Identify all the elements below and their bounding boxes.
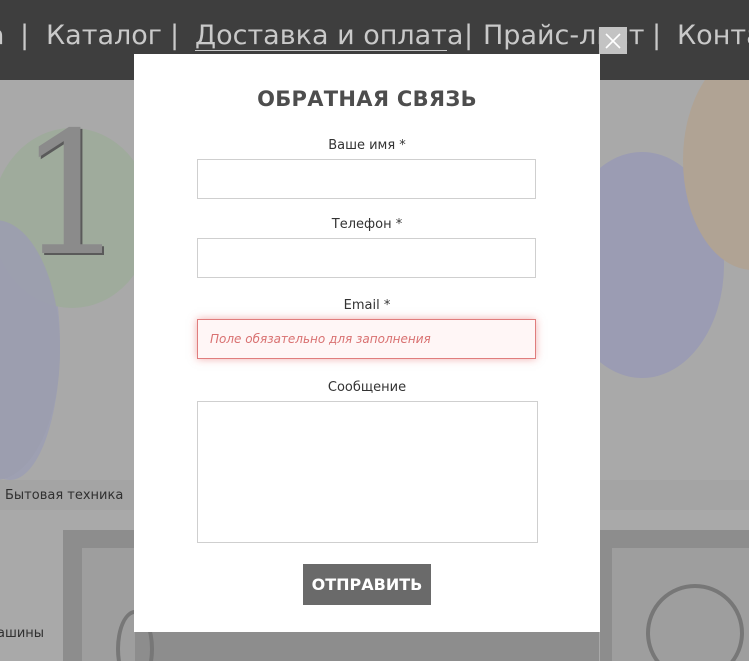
message-textarea[interactable] [197,401,538,543]
close-button[interactable] [599,27,627,54]
email-input[interactable] [197,319,536,359]
submit-button[interactable]: ОТПРАВИТЬ [303,564,431,605]
email-label: Email * [343,298,391,313]
message-label: Сообщение [327,380,407,395]
modal-title: ОБРАТНАЯ СВЯЗЬ [257,87,477,111]
phone-input[interactable] [197,238,536,278]
feedback-modal: ОБРАТНАЯ СВЯЗЬ Ваше имя * Телефон * Emai… [134,54,600,632]
close-icon [605,33,621,49]
name-label: Ваше имя * [328,138,406,153]
name-input[interactable] [197,159,536,199]
phone-label: Телефон * [331,217,403,232]
